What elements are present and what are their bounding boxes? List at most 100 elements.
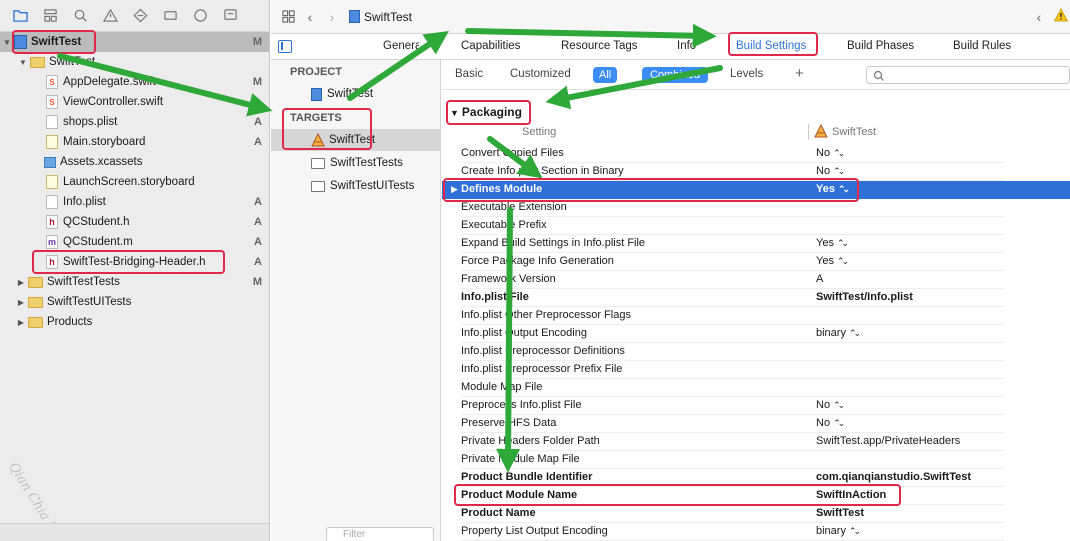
setting-row[interactable]: Expand Build Settings in Info.plist File… xyxy=(442,235,1070,253)
setting-row[interactable]: Private Module Map File xyxy=(442,451,1070,469)
stepper-icon[interactable]: ⌃⌄ xyxy=(837,256,849,266)
tree-item-project[interactable]: ▼ SwiftTest M xyxy=(0,32,269,52)
setting-row[interactable]: Info.plist Preprocessor Prefix File xyxy=(442,361,1070,379)
debug-icon[interactable] xyxy=(162,8,178,24)
tree-item-file[interactable]: Main.storyboard A xyxy=(0,132,269,152)
diamond-icon[interactable] xyxy=(132,8,148,24)
stepper-icon[interactable]: ⌃⌄ xyxy=(833,400,845,410)
disclosure-closed-icon[interactable]: ▶ xyxy=(16,278,26,287)
hierarchy-icon[interactable] xyxy=(42,8,58,24)
setting-row[interactable]: ▶ Defines Module Yes ⌃⌄ xyxy=(442,181,1070,199)
setting-row[interactable]: Private Headers Folder Path SwiftTest.app… xyxy=(442,433,1070,451)
setting-row[interactable]: Info.plist Preprocessor Definitions xyxy=(442,343,1070,361)
setting-row[interactable]: Property List Output Encoding binary ⌃⌄ xyxy=(442,523,1070,541)
stepper-icon[interactable]: ⌃⌄ xyxy=(833,166,845,176)
tree-item-group[interactable]: ▶ SwiftTestUITests xyxy=(0,292,269,312)
targets-filter-input[interactable]: Filter xyxy=(326,527,434,541)
disclosure-closed-icon[interactable]: ▶ xyxy=(16,298,26,307)
setting-row[interactable]: Info.plist File SwiftTest/Info.plist xyxy=(442,289,1070,307)
setting-value[interactable]: A xyxy=(816,273,823,285)
setting-value[interactable]: SwiftTest.app/PrivateHeaders xyxy=(816,435,960,447)
add-setting-button[interactable]: + xyxy=(795,65,804,82)
report-icon[interactable] xyxy=(222,8,238,24)
filter-customized[interactable]: Customized xyxy=(510,68,571,80)
tab-capabilities[interactable]: Capabilities xyxy=(461,40,520,52)
sidebar-toggle-icon[interactable] xyxy=(278,40,292,53)
setting-row[interactable]: Convert Copied Files No ⌃⌄ xyxy=(442,145,1070,163)
navigator-filter-bar[interactable] xyxy=(0,523,269,541)
setting-row[interactable]: Preserve HFS Data No ⌃⌄ xyxy=(442,415,1070,433)
setting-row[interactable]: Executable Extension xyxy=(442,199,1070,217)
setting-value[interactable]: No ⌃⌄ xyxy=(816,399,845,411)
setting-value[interactable]: No ⌃⌄ xyxy=(816,417,845,429)
folder-icon[interactable] xyxy=(12,8,28,24)
stepper-icon[interactable]: ⌃⌄ xyxy=(849,328,861,338)
grid-icon[interactable] xyxy=(277,6,299,28)
disclosure-closed-icon[interactable]: ▶ xyxy=(451,184,458,195)
tree-item-file[interactable]: S AppDelegate.swift M xyxy=(0,72,269,92)
tree-item-file[interactable]: S ViewController.swift xyxy=(0,92,269,112)
warning-icon[interactable] xyxy=(1054,8,1068,22)
tree-item-file[interactable]: Assets.xcassets xyxy=(0,152,269,172)
project-item[interactable]: SwiftTest xyxy=(271,83,440,105)
tree-item-file[interactable]: shops.plist A xyxy=(0,112,269,132)
setting-row[interactable]: Framework Version A xyxy=(442,271,1070,289)
packaging-section-header[interactable]: ▼ Packaging xyxy=(450,105,522,119)
filter-basic[interactable]: Basic xyxy=(455,68,483,80)
setting-value[interactable]: com.qianqianstudio.SwiftTest xyxy=(816,471,971,483)
tab-general[interactable]: General xyxy=(383,40,419,52)
setting-value[interactable]: Yes ⌃⌄ xyxy=(816,255,849,267)
setting-value[interactable]: Yes ⌃⌄ xyxy=(816,183,850,195)
stepper-icon[interactable]: ⌃⌄ xyxy=(838,184,850,194)
setting-row[interactable]: Force Package Info Generation Yes ⌃⌄ xyxy=(442,253,1070,271)
breakpoint-icon[interactable] xyxy=(192,8,208,24)
tab-info[interactable]: Info xyxy=(677,40,696,52)
tree-item-group[interactable]: ▶ SwiftTestTests M xyxy=(0,272,269,292)
filter-levels[interactable]: Levels xyxy=(730,68,763,80)
disclosure-open-icon[interactable]: ▼ xyxy=(18,58,28,67)
tree-item-group[interactable]: ▼ SwiftTest xyxy=(0,52,269,72)
filter-combined[interactable]: Combined xyxy=(642,67,709,83)
stepper-icon[interactable]: ⌃⌄ xyxy=(849,526,861,536)
stepper-icon[interactable]: ⌃⌄ xyxy=(833,418,845,428)
tree-item-file[interactable]: h QCStudent.h A xyxy=(0,212,269,232)
setting-row[interactable]: Executable Prefix xyxy=(442,217,1070,235)
tab-build-settings[interactable]: Build Settings xyxy=(736,40,806,52)
stepper-icon[interactable]: ⌃⌄ xyxy=(833,148,845,158)
setting-row[interactable]: Info.plist Output Encoding binary ⌃⌄ xyxy=(442,325,1070,343)
stepper-icon[interactable]: ⌃⌄ xyxy=(837,238,849,248)
setting-value[interactable]: binary ⌃⌄ xyxy=(816,327,861,339)
setting-value[interactable]: SwiftTest xyxy=(816,507,864,519)
tab-build-rules[interactable]: Build Rules xyxy=(953,40,1011,52)
back-chevron-icon[interactable]: ‹ xyxy=(1028,6,1050,28)
setting-value[interactable]: No ⌃⌄ xyxy=(816,165,845,177)
setting-row[interactable]: Preprocess Info.plist File No ⌃⌄ xyxy=(442,397,1070,415)
warning-icon[interactable] xyxy=(102,8,118,24)
disclosure-open-icon[interactable]: ▼ xyxy=(2,38,12,47)
setting-row[interactable]: Create Info.plist Section in Binary No ⌃⌄ xyxy=(442,163,1070,181)
settings-search-input[interactable] xyxy=(866,66,1070,84)
setting-value[interactable]: binary ⌃⌄ xyxy=(816,525,861,537)
setting-row[interactable]: Module Map File xyxy=(442,379,1070,397)
setting-value[interactable]: No ⌃⌄ xyxy=(816,147,845,159)
tree-item-group[interactable]: ▶ Products xyxy=(0,312,269,332)
back-chevron-icon[interactable]: ‹ xyxy=(299,6,321,28)
setting-row[interactable]: Info.plist Other Preprocessor Flags xyxy=(442,307,1070,325)
tree-item-file[interactable]: LaunchScreen.storyboard xyxy=(0,172,269,192)
setting-value[interactable]: SwiftInAction xyxy=(816,489,886,501)
target-item[interactable]: SwiftTestTests xyxy=(271,152,440,174)
tree-item-file[interactable]: h SwiftTest-Bridging-Header.h A xyxy=(0,252,269,272)
tab-resource-tags[interactable]: Resource Tags xyxy=(561,40,638,52)
disclosure-closed-icon[interactable]: ▶ xyxy=(16,318,26,327)
disclosure-open-icon[interactable]: ▼ xyxy=(450,108,459,118)
tree-item-file[interactable]: m QCStudent.m A xyxy=(0,232,269,252)
filter-all[interactable]: All xyxy=(593,67,618,83)
tab-build-phases[interactable]: Build Phases xyxy=(847,40,914,52)
setting-value[interactable]: Yes ⌃⌄ xyxy=(816,237,849,249)
tree-item-file[interactable]: Info.plist A xyxy=(0,192,269,212)
forward-chevron-icon[interactable]: › xyxy=(321,6,343,28)
search-icon[interactable] xyxy=(72,8,88,24)
setting-value[interactable]: SwiftTest/Info.plist xyxy=(816,291,913,303)
setting-row[interactable]: Product Module Name SwiftInAction xyxy=(442,487,1070,505)
target-item[interactable]: SwiftTestUITests xyxy=(271,175,440,197)
